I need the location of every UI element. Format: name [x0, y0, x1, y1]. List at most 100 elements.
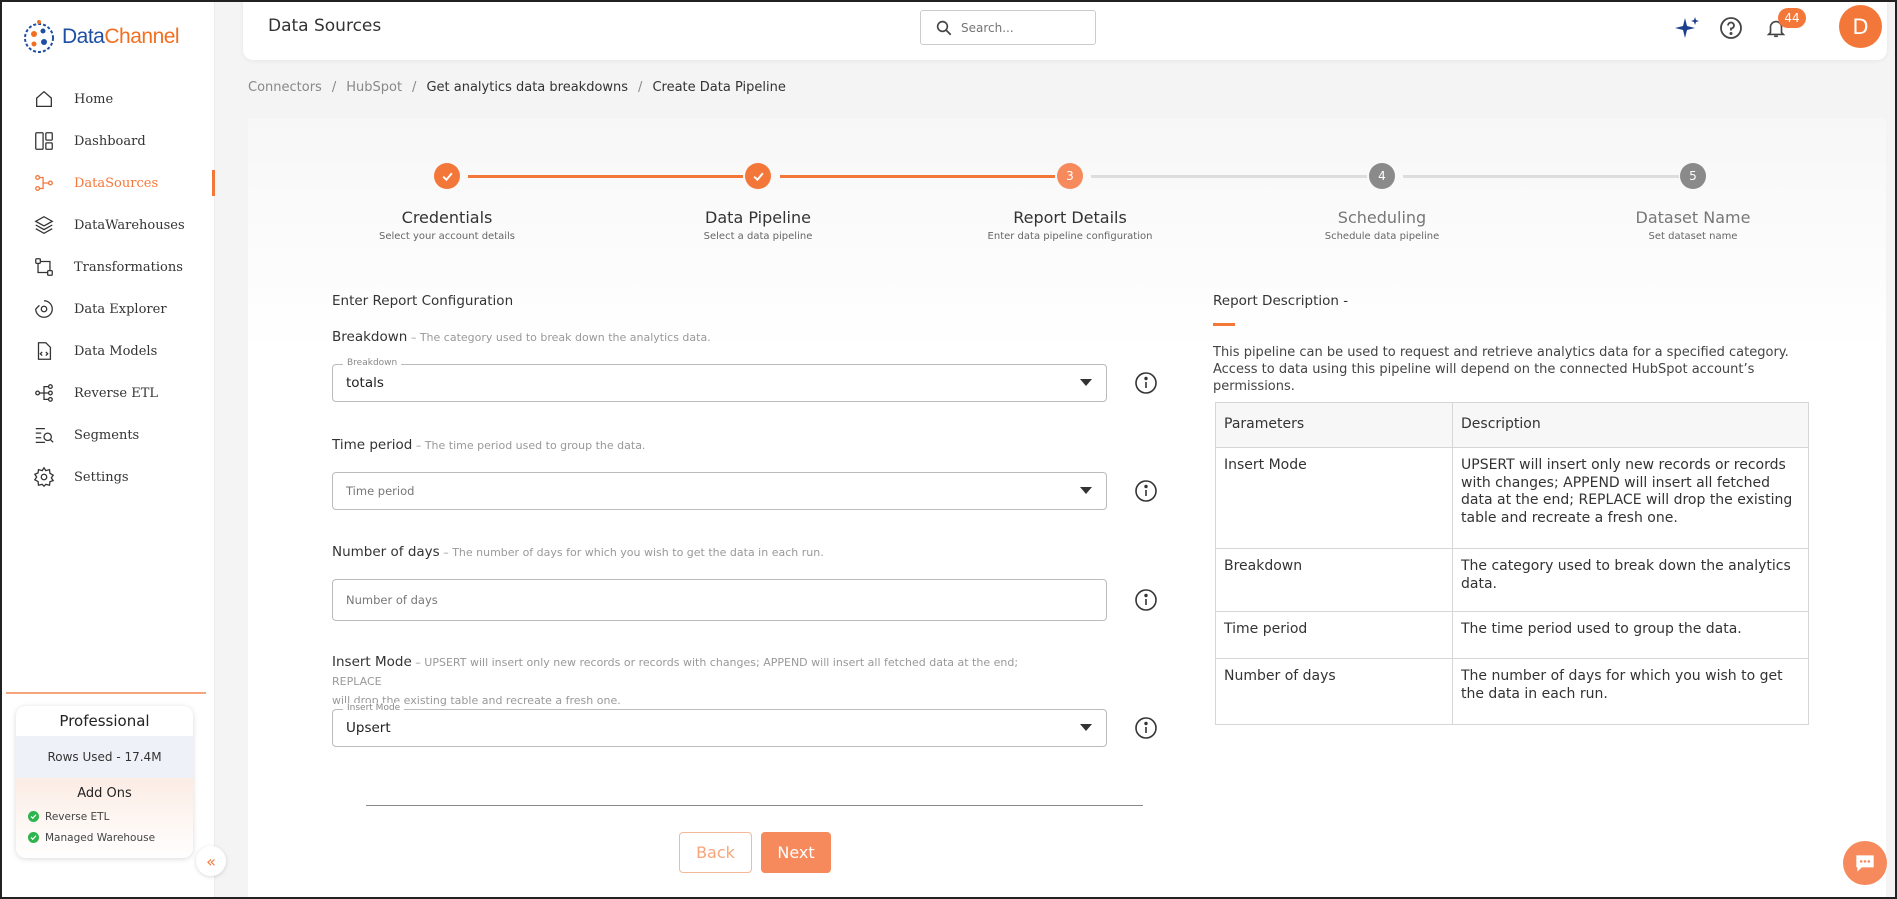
sidebar-item-label: Reverse ETL	[74, 385, 159, 401]
sidebar-item-label: Transformations	[74, 259, 183, 275]
sparkle-icon[interactable]	[1673, 14, 1701, 42]
chat-icon	[1856, 855, 1874, 872]
sidebar-item-label: DataSources	[74, 175, 159, 191]
insert-mode-value: Upsert	[346, 720, 391, 736]
breadcrumb-separator: /	[412, 80, 417, 95]
step-3-title: Report Details	[1013, 208, 1127, 227]
breakdown-label: Breakdown – The category used to break d…	[332, 329, 711, 345]
breadcrumb-current: Create Data Pipeline	[652, 80, 786, 95]
search-icon	[936, 20, 952, 35]
table-row: Time period The time period used to grou…	[1215, 611, 1809, 659]
check-icon	[442, 172, 453, 181]
title-underline	[1213, 323, 1235, 326]
info-icon[interactable]	[1134, 371, 1158, 395]
chat-button[interactable]	[1843, 841, 1887, 885]
form-divider	[366, 805, 1143, 806]
sidebar-item-label: Segments	[74, 427, 140, 443]
param-cell: Time period	[1215, 611, 1453, 659]
check-icon	[753, 172, 764, 181]
addon-label: Reverse ETL	[45, 810, 110, 823]
logo-mark-icon	[24, 20, 54, 53]
brand-logo[interactable]: DataChannel	[22, 18, 180, 56]
addon-item: Reverse ETL	[16, 806, 193, 827]
time-period-placeholder: Time period	[346, 484, 415, 498]
dashboard-icon	[32, 129, 56, 153]
sidebar-item-dashboard[interactable]: Dashboard	[0, 120, 215, 162]
report-description-title: Report Description -	[1213, 293, 1349, 309]
back-button[interactable]: Back	[679, 832, 752, 873]
data-models-icon	[32, 339, 56, 363]
sidebar-item-label: Data Models	[74, 343, 158, 359]
sidebar-item-datawarehouses[interactable]: DataWarehouses	[0, 204, 215, 246]
info-icon[interactable]	[1134, 588, 1158, 612]
breadcrumb-pipeline[interactable]: Get analytics data breakdowns	[426, 80, 628, 95]
check-circle-icon	[28, 811, 39, 822]
insert-mode-select[interactable]: Insert Mode Upsert	[332, 703, 1107, 747]
info-icon[interactable]	[1134, 716, 1158, 740]
step-5-subtitle: Set dataset name	[1648, 231, 1738, 242]
dropdown-caret-icon	[1080, 379, 1092, 386]
breakdown-select[interactable]: Breakdown totals	[332, 358, 1107, 402]
step-5-circle[interactable]: 5	[1680, 163, 1706, 189]
breakdown-value: totals	[346, 375, 384, 391]
desc-cell: The category used to break down the anal…	[1452, 548, 1809, 612]
step-3-circle[interactable]: 3	[1057, 163, 1083, 189]
help-icon[interactable]	[1717, 14, 1745, 42]
report-description-text: This pipeline can be used to request and…	[1213, 345, 1789, 394]
sidebar-item-transformations[interactable]: Transformations	[0, 246, 215, 288]
param-cell: Insert Mode	[1215, 447, 1453, 549]
layers-icon	[32, 213, 56, 237]
plan-card: Professional Rows Used - 17.4M Add Ons R…	[16, 706, 193, 858]
insert-mode-float-label: Insert Mode	[343, 703, 405, 713]
sidebar-nav: Home Dashboard DataSources DataWarehouse…	[0, 78, 215, 498]
time-period-select[interactable]: Time period	[332, 472, 1107, 510]
search-box[interactable]	[920, 10, 1096, 45]
datasources-icon	[32, 171, 56, 195]
sidebar-item-reverse-etl[interactable]: Reverse ETL	[0, 372, 215, 414]
sidebar-item-data-explorer[interactable]: Data Explorer	[0, 288, 215, 330]
search-input[interactable]	[961, 20, 1071, 35]
next-button[interactable]: Next	[761, 832, 831, 873]
collapse-sidebar-button[interactable]: «	[196, 846, 226, 876]
step-connector	[780, 175, 1055, 178]
sidebar-divider	[6, 692, 206, 694]
sidebar-item-settings[interactable]: Settings	[0, 456, 215, 498]
rows-used: Rows Used - 17.4M	[16, 736, 193, 778]
step-4-circle[interactable]: 4	[1369, 163, 1395, 189]
sidebar-item-datasources[interactable]: DataSources	[0, 162, 215, 204]
addon-item: Managed Warehouse	[16, 827, 193, 848]
step-3-subtitle: Enter data pipeline configuration	[987, 231, 1153, 242]
sidebar-item-label: Data Explorer	[74, 301, 167, 317]
step-1-circle[interactable]	[434, 163, 460, 189]
breadcrumb-separator: /	[331, 80, 337, 95]
step-2-subtitle: Select a data pipeline	[703, 231, 813, 242]
step-4-subtitle: Schedule data pipeline	[1324, 231, 1440, 242]
step-1-title: Credentials	[401, 208, 493, 227]
sidebar: DataChannel Home Dashboard DataSources D…	[0, 0, 226, 899]
sidebar-item-label: Home	[74, 91, 114, 107]
step-2-title: Data Pipeline	[705, 208, 811, 227]
sidebar-item-segments[interactable]: Segments	[0, 414, 215, 456]
num-days-input[interactable]	[332, 579, 1107, 621]
table-row: Insert Mode UPSERT will insert only new …	[1215, 447, 1809, 549]
table-row: Number of days The number of days for wh…	[1215, 658, 1809, 725]
sidebar-item-home[interactable]: Home	[0, 78, 215, 120]
breadcrumb-hubspot[interactable]: HubSpot	[346, 80, 402, 95]
check-circle-icon	[28, 832, 39, 843]
info-icon[interactable]	[1134, 479, 1158, 503]
notification-badge: 44	[1778, 8, 1806, 28]
breadcrumb-connectors[interactable]: Connectors	[248, 80, 322, 95]
transformations-icon	[32, 255, 56, 279]
top-header: Data Sources 44 D	[243, 0, 1887, 60]
avatar[interactable]: D	[1839, 5, 1882, 48]
desc-cell: The number of days for which you wish to…	[1452, 658, 1809, 725]
addon-label: Managed Warehouse	[45, 831, 156, 844]
home-icon	[32, 87, 56, 111]
breakdown-float-label: Breakdown	[343, 358, 402, 368]
insert-mode-label: Insert Mode – UPSERT will insert only ne…	[332, 654, 1019, 707]
step-2-circle[interactable]	[745, 163, 771, 189]
gear-icon	[32, 465, 56, 489]
num-days-label: Number of days – The number of days for …	[332, 544, 824, 560]
sidebar-item-data-models[interactable]: Data Models	[0, 330, 215, 372]
parameters-table: Parameters Description Insert Mode UPSER…	[1215, 402, 1809, 725]
